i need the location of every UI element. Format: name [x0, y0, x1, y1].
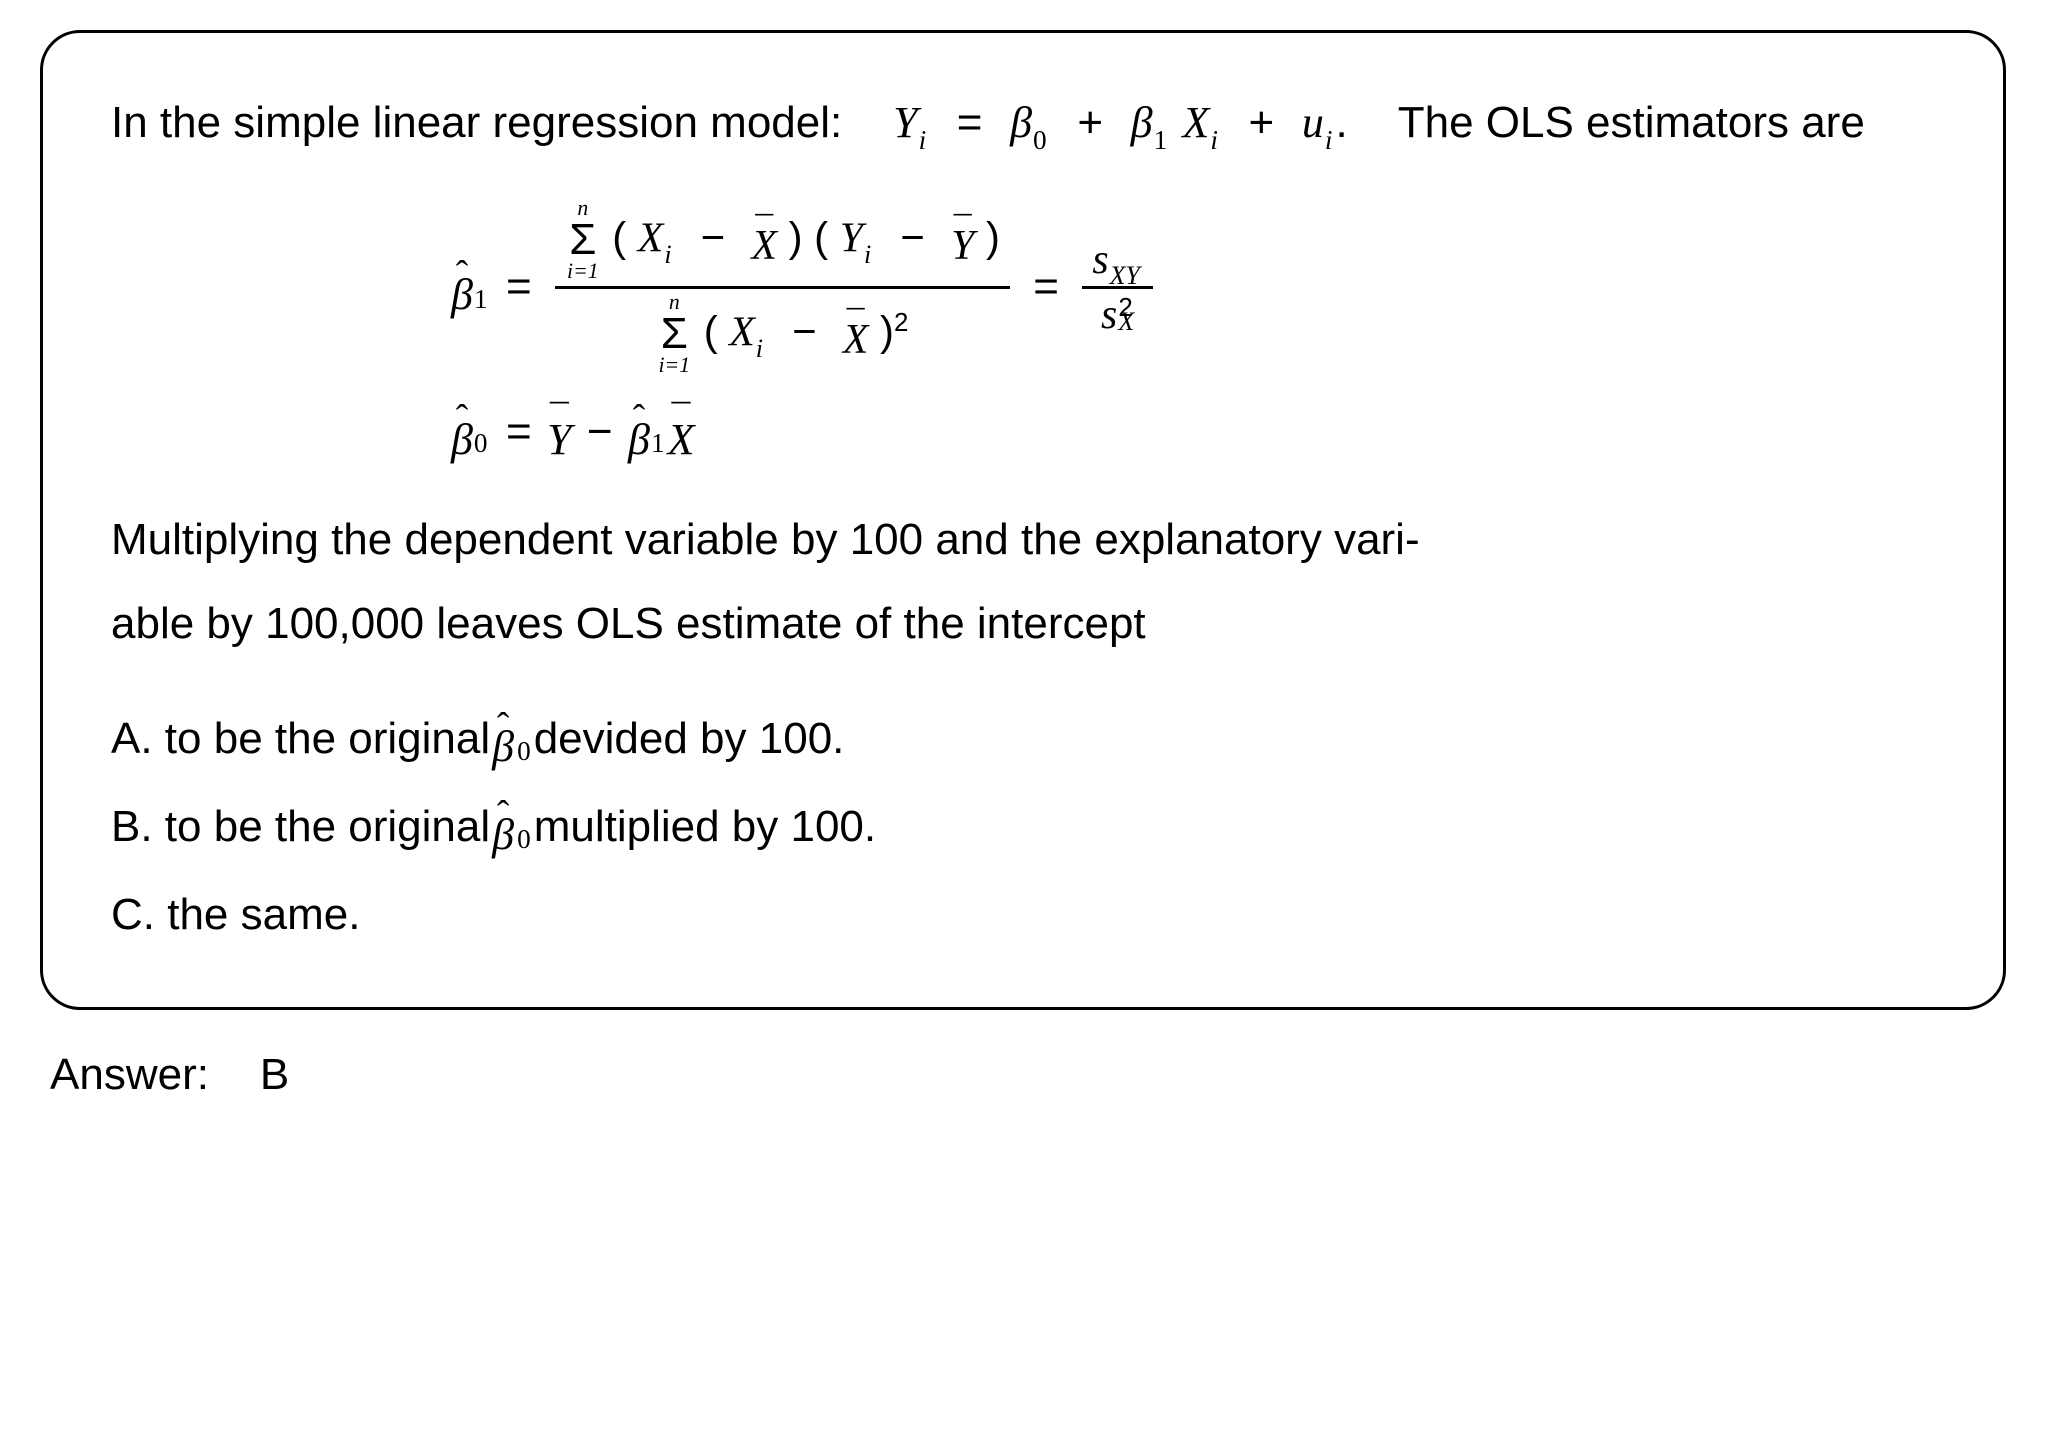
sub-1: 1 [1154, 125, 1168, 155]
option-c: C. the same. [111, 871, 1935, 959]
options-list: A. to be the original ˆ β 0 devided by 1… [111, 695, 1935, 959]
plus: + [1077, 98, 1103, 147]
sub-i: i [1210, 125, 1218, 155]
sym-Y: Y [893, 98, 917, 147]
beta1-hat: ˆ β [628, 406, 650, 458]
option-a: A. to be the original ˆ β 0 devided by 1… [111, 695, 1935, 783]
equation-beta0: ˆ β 0 = ¯ Y − ˆ β 1 ¯ X [451, 406, 1935, 458]
sym-beta: β [1131, 98, 1153, 147]
sym-beta: β [1010, 98, 1032, 147]
y-bar: ¯ Y [547, 406, 571, 458]
sub-0: 0 [1033, 125, 1047, 155]
x-bar: ¯ X [668, 406, 695, 458]
question-paragraph: Multiplying the dependent variable by 10… [111, 498, 1935, 665]
sxy-over-sx2: sXY s 2 X [1082, 234, 1153, 341]
x-bar: ¯ X [843, 309, 869, 359]
sigma-icon: n Σ i=1 [567, 199, 599, 282]
sym-u: u [1302, 98, 1324, 147]
intro-text-1: In the simple linear regression model: [111, 98, 842, 147]
x-bar: ¯ X [751, 215, 777, 265]
beta0-hat: ˆ β [451, 406, 473, 458]
sigma-icon: n Σ i=1 [659, 293, 691, 376]
sub-i: i [919, 125, 927, 155]
beta0-hat: ˆ β [492, 713, 514, 765]
equation-beta1: ˆ β 1 = n Σ i=1 ( Xi − ¯ X [451, 195, 1935, 380]
intro-text-2: The OLS estimators are [1398, 98, 1865, 147]
question-line-2: able by 100,000 leaves OLS estimate of t… [111, 599, 1146, 648]
dot: . [1335, 98, 1347, 147]
option-b: B. to be the original ˆ β 0 multiplied b… [111, 783, 1935, 871]
sub-i: i [1325, 125, 1333, 155]
y-bar: ¯ Y [951, 215, 974, 265]
s-x-squared: s 2 X [1101, 295, 1134, 337]
fraction-denominator: n Σ i=1 ( Xi − ¯ X )2 [647, 289, 919, 380]
question-frame: In the simple linear regression model: Y… [40, 30, 2006, 1010]
answer-value: B [260, 1050, 289, 1099]
answer-line: Answer: B [50, 1050, 2006, 1100]
sym-X: X [1182, 98, 1209, 147]
fraction-numerator: n Σ i=1 ( Xi − ¯ X ) ( Yi − [555, 195, 1010, 286]
beta1-fraction: n Σ i=1 ( Xi − ¯ X ) ( Yi − [555, 195, 1010, 380]
question-line-1: Multiplying the dependent variable by 10… [111, 515, 1420, 564]
answer-label: Answer: [50, 1050, 209, 1099]
beta0-hat: ˆ β [492, 801, 514, 853]
intro-paragraph: In the simple linear regression model: Y… [111, 81, 1935, 165]
plus: + [1249, 98, 1275, 147]
beta1-hat: ˆ β [451, 261, 473, 313]
eq: = [957, 98, 983, 147]
equation-block: ˆ β 1 = n Σ i=1 ( Xi − ¯ X [111, 195, 1935, 458]
